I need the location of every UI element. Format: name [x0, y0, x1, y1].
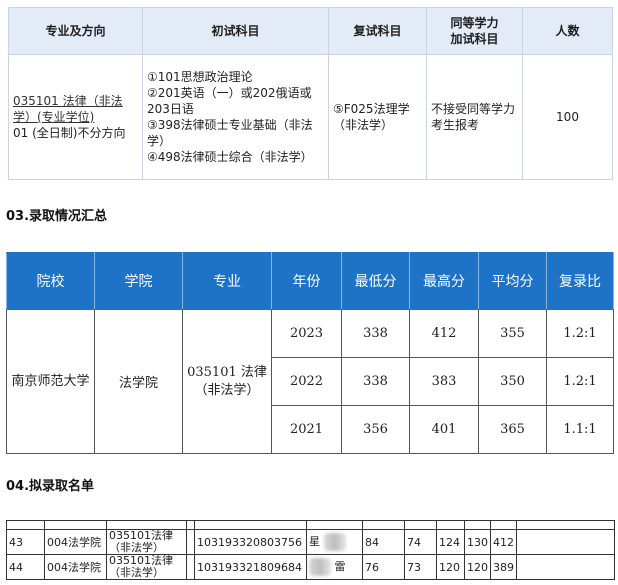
row-name-partial: 星	[309, 535, 320, 548]
college-cell: 法学院	[94, 309, 183, 454]
summary-header-row: 院校 学院 专业 年份 最低分 最高分 平均分 复录比	[6, 252, 614, 310]
initial-exam-cell: ①101思想政治理论 ②201英语（一）或202俄语或203日语 ③398法律硕…	[142, 54, 329, 180]
row-number: 43	[6, 529, 45, 555]
row-score-2: 74	[404, 529, 437, 555]
row-id: 103193321809684	[194, 554, 307, 580]
row-score-2: 73	[404, 554, 437, 580]
exam-item: ③398法律硕士专业基础（非法学）	[147, 118, 313, 148]
header-retest: 复试科目	[328, 7, 427, 55]
program-table: 专业及方向 初试科目 复试科目 同等学力 加试科目 人数 035101 法律（非…	[8, 7, 613, 180]
row-id: 103193320803756	[194, 529, 307, 555]
min-score-cell: 338	[341, 309, 410, 358]
program-table-header: 专业及方向 初试科目 复试科目 同等学力 加试科目 人数	[8, 7, 613, 55]
header-school: 院校	[6, 252, 95, 310]
max-score-cell: 401	[409, 405, 479, 454]
row-spacer	[186, 529, 195, 555]
admission-list-table: 43 004法学院 035101法律（非法学） 103193320803756 …	[6, 520, 615, 580]
school-cell: 南京师范大学	[6, 309, 95, 454]
year-cell: 2023	[271, 309, 342, 358]
row-name-partial: 雷	[334, 560, 346, 573]
section-03-title: 03.录取情况汇总	[6, 209, 108, 224]
year-cell: 2021	[271, 405, 342, 454]
max-score-cell: 383	[409, 357, 479, 406]
max-score-cell: 412	[409, 309, 479, 358]
major-link[interactable]: 035101 法律（非法学）(专业学位)	[13, 93, 138, 125]
row-total: 412	[490, 529, 517, 555]
min-score-cell: 356	[341, 405, 410, 454]
row-score-4: 120	[464, 554, 491, 580]
row-empty	[516, 554, 615, 580]
header-equivalent: 同等学力 加试科目	[426, 7, 523, 55]
exam-item: ①101思想政治理论	[147, 70, 253, 84]
header-college: 学院	[94, 252, 183, 310]
row-major: 035101法律（非法学）	[106, 529, 187, 555]
header-major: 专业	[182, 252, 272, 310]
header-year: 年份	[271, 252, 342, 310]
row-score-3: 120	[436, 554, 465, 580]
equivalent-cell: 不接受同等学力考生报考	[426, 54, 523, 180]
admission-summary-table: 院校 学院 专业 年份 最低分 最高分 平均分 复录比 南京师范大学 法学院 0…	[6, 252, 614, 454]
header-min-score: 最低分	[341, 252, 410, 310]
row-college: 004法学院	[44, 554, 107, 580]
exam-item: ②201英语（一）或202俄语或203日语	[147, 86, 312, 116]
row-score-1: 76	[362, 554, 405, 580]
avg-score-cell: 355	[478, 309, 547, 358]
header-max-score: 最高分	[409, 252, 479, 310]
blurred-name-mask	[323, 533, 346, 551]
header-avg-score: 平均分	[478, 252, 547, 310]
ratio-cell: 1.1:1	[546, 405, 614, 454]
count-cell: 100	[522, 54, 613, 180]
ratio-cell: 1.2:1	[546, 357, 614, 406]
header-count: 人数	[522, 7, 613, 55]
program-row: 035101 法律（非法学）(专业学位) 01 (全日制)不分方向 ①101思想…	[8, 54, 613, 180]
avg-score-cell: 365	[478, 405, 547, 454]
row-name: 雷	[306, 554, 363, 580]
major-cell: 035101 法律（非法学）	[182, 309, 272, 454]
header-major: 专业及方向	[8, 7, 143, 55]
header-ratio: 复录比	[546, 252, 614, 310]
min-score-cell: 338	[341, 357, 410, 406]
row-major: 035101法律（非法学）	[106, 554, 187, 580]
blurred-name-mask	[309, 558, 331, 576]
row-college: 004法学院	[44, 529, 107, 555]
row-score-3: 124	[436, 529, 465, 555]
list-row: 44 004法学院 035101法律（非法学） 103193321809684 …	[6, 554, 615, 580]
major-cell: 035101 法律（非法学）(专业学位) 01 (全日制)不分方向	[8, 54, 143, 180]
row-score-4: 130	[464, 529, 491, 555]
row-total: 389	[490, 554, 517, 580]
row-name: 星	[306, 529, 363, 555]
header-initial-exam: 初试科目	[142, 7, 329, 55]
summary-row: 南京师范大学 法学院 035101 法律（非法学） 2023 338 412 3…	[6, 309, 614, 454]
avg-score-cell: 350	[478, 357, 547, 406]
list-row-top	[6, 520, 615, 530]
list-row: 43 004法学院 035101法律（非法学） 103193320803756 …	[6, 529, 615, 555]
ratio-cell: 1.2:1	[546, 309, 614, 358]
header-equivalent-label: 同等学力 加试科目	[450, 16, 499, 46]
retest-cell: ⑤F025法理学（非法学）	[328, 54, 427, 180]
major-direction: 01 (全日制)不分方向	[13, 126, 126, 140]
exam-item: ④498法律硕士综合（非法学）	[147, 150, 313, 164]
row-empty	[516, 529, 615, 555]
row-score-1: 84	[362, 529, 405, 555]
section-04-title: 04.拟录取名单	[6, 479, 95, 494]
year-cell: 2022	[271, 357, 342, 406]
row-spacer	[186, 554, 195, 580]
row-number: 44	[6, 554, 45, 580]
